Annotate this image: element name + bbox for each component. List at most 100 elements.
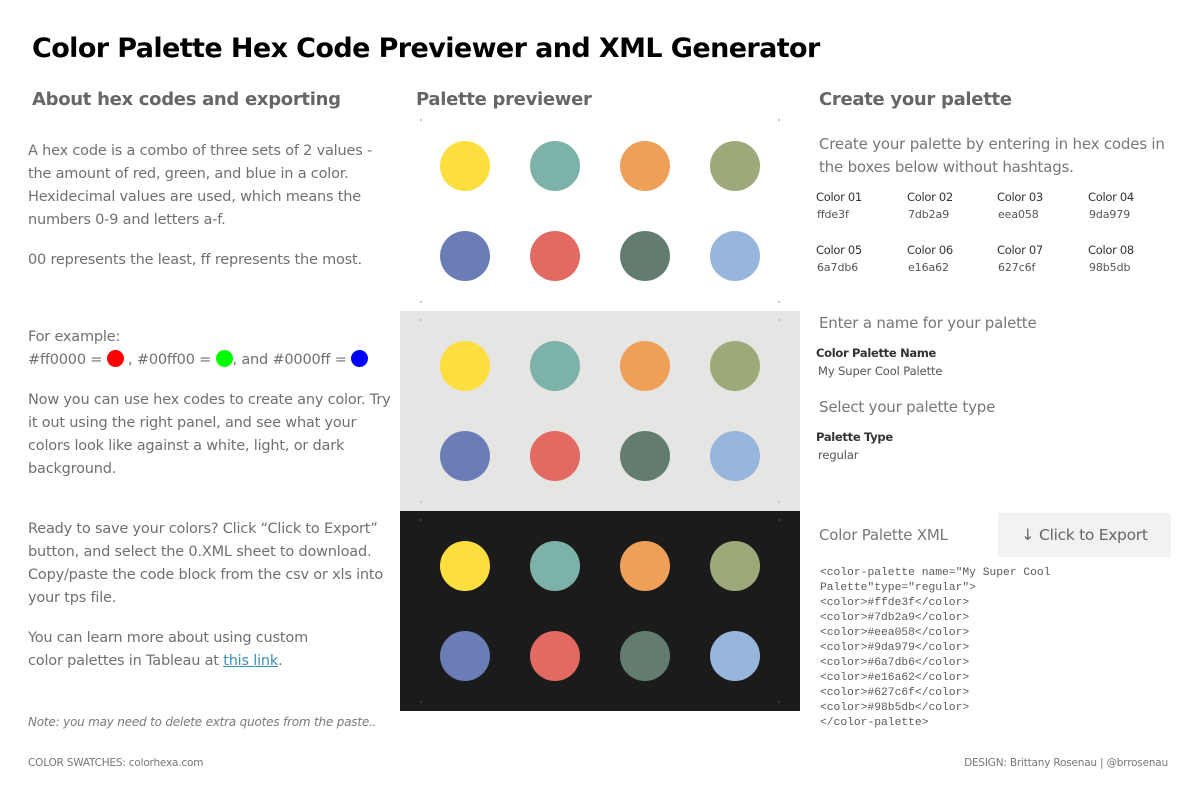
page-title: Color Palette Hex Code Previewer and XML… xyxy=(32,33,820,64)
panel-corner-mark xyxy=(420,701,422,703)
color-input-02[interactable]: 7db2a9 xyxy=(908,208,949,221)
xml-line: <color-palette name="My Super Cool xyxy=(820,567,1051,579)
color-swatch-2 xyxy=(530,141,580,191)
color-swatch-2 xyxy=(530,541,580,591)
color-field-label: Color 05 xyxy=(816,243,862,257)
color-swatch-4 xyxy=(710,541,760,591)
color-swatch-7 xyxy=(620,431,670,481)
panel-corner-mark xyxy=(778,701,780,703)
panel-corner-mark xyxy=(420,319,422,321)
xml-line: <color>#ffde3f</color> xyxy=(820,597,970,609)
example-separator: , and xyxy=(232,352,273,368)
color-input-07[interactable]: 627c6f xyxy=(998,261,1035,274)
color-swatch-5 xyxy=(440,231,490,281)
blue-dot-icon xyxy=(351,350,369,367)
color-input-04[interactable]: 9da979 xyxy=(1089,208,1130,221)
color-swatch-4 xyxy=(710,141,760,191)
example-intro: For example: xyxy=(28,329,121,345)
palette-type-select[interactable]: regular xyxy=(818,448,859,462)
xml-line: <color>#9da979</color> xyxy=(820,642,970,654)
about-paragraph-4b: Copy/paste the code block from the csv o… xyxy=(28,567,384,606)
xml-line: <color>#7db2a9</color> xyxy=(820,612,970,624)
color-input-05[interactable]: 6a7db6 xyxy=(817,261,858,274)
color-field-label: Color 06 xyxy=(907,243,953,257)
xml-line: <color>#eea058</color> xyxy=(820,627,970,639)
color-field-label: Color 02 xyxy=(907,190,953,204)
color-swatch-2 xyxy=(530,341,580,391)
link-period: . xyxy=(278,653,283,669)
preview-panel-light xyxy=(400,311,800,511)
footer-credits-design: DESIGN: Brittany Rosenau | @brrosenau xyxy=(964,757,1168,769)
color-field-label: Color 03 xyxy=(997,190,1043,204)
color-input-08[interactable]: 98b5db xyxy=(1089,261,1130,274)
color-swatch-1 xyxy=(440,341,490,391)
color-swatch-8 xyxy=(710,431,760,481)
xml-line: <color>#98b5db</color> xyxy=(820,702,970,714)
example-code-green: #00ff00 = xyxy=(136,352,216,368)
color-swatch-8 xyxy=(710,631,760,681)
color-input-03[interactable]: eea058 xyxy=(998,208,1039,221)
arrow-down-icon: ↓ xyxy=(1021,526,1035,544)
about-paragraph-2: 00 represents the least, ff represents t… xyxy=(28,252,362,268)
about-paragraph-3: Now you can use hex codes to create any … xyxy=(28,392,391,477)
panel-corner-mark xyxy=(778,319,780,321)
about-paragraph-1: A hex code is a combo of three sets of 2… xyxy=(28,143,372,228)
color-swatch-6 xyxy=(530,631,580,681)
example-code-blue: #0000ff = xyxy=(272,352,352,368)
palette-name-label: Color Palette Name xyxy=(816,346,937,360)
panel-corner-mark xyxy=(420,519,422,521)
green-dot-icon xyxy=(215,350,233,367)
color-swatch-7 xyxy=(620,231,670,281)
red-dot-icon xyxy=(106,350,124,367)
palette-name-heading: Enter a name for your palette xyxy=(819,314,1037,332)
preview-panel-dark xyxy=(400,511,800,711)
color-swatch-3 xyxy=(620,341,670,391)
xml-code-block: <color-palette name="My Super Cool Palett… xyxy=(820,566,1051,731)
color-swatch-6 xyxy=(530,431,580,481)
section-heading-about: About hex codes and exporting xyxy=(32,89,341,110)
xml-line: <color>#627c6f</color> xyxy=(820,687,970,699)
panel-corner-mark xyxy=(420,301,422,303)
xml-line: <color>#6a7db6</color> xyxy=(820,657,970,669)
palette-name-input[interactable]: My Super Cool Palette xyxy=(818,364,943,378)
palette-type-label: Palette Type xyxy=(816,430,893,444)
panel-corner-mark xyxy=(778,501,780,503)
about-paragraph-4a: Ready to save your colors? Click “Click … xyxy=(28,521,378,560)
export-button[interactable]: ↓ Click to Export xyxy=(998,513,1171,557)
example-code-red: #ff0000 = xyxy=(28,352,107,368)
color-swatch-3 xyxy=(620,141,670,191)
about-paragraph-5: You can learn more about using custom co… xyxy=(28,627,328,673)
paste-note: Note: you may need to delete extra quote… xyxy=(28,715,377,729)
panel-corner-mark xyxy=(420,119,422,121)
color-swatch-4 xyxy=(710,341,760,391)
xml-heading: Color Palette XML xyxy=(819,526,948,544)
about-intro-text: A hex code is a combo of three sets of 2… xyxy=(28,140,398,272)
color-input-01[interactable]: ffde3f xyxy=(817,208,849,221)
color-swatch-7 xyxy=(620,631,670,681)
color-field-label: Color 01 xyxy=(816,190,862,204)
panel-corner-mark xyxy=(420,501,422,503)
section-heading-create: Create your palette xyxy=(819,89,1012,110)
color-swatch-3 xyxy=(620,541,670,591)
color-swatch-1 xyxy=(440,541,490,591)
panel-corner-mark xyxy=(778,301,780,303)
color-field-label: Color 04 xyxy=(1088,190,1134,204)
export-button-label: Click to Export xyxy=(1039,526,1148,544)
palette-type-heading: Select your palette type xyxy=(819,398,996,416)
footer-credits-swatches: COLOR SWATCHES: colorhexa.com xyxy=(28,757,204,769)
color-input-06[interactable]: e16a62 xyxy=(908,261,949,274)
example-block: For example: #ff0000 = , #00ff00 = , and… xyxy=(28,326,398,481)
color-swatch-5 xyxy=(440,631,490,681)
color-swatch-5 xyxy=(440,431,490,481)
color-swatch-8 xyxy=(710,231,760,281)
xml-line: Palette"type="regular"> xyxy=(820,582,976,594)
xml-line: </color-palette> xyxy=(820,717,929,729)
color-field-label: Color 07 xyxy=(997,243,1043,257)
section-heading-preview: Palette previewer xyxy=(416,89,592,110)
color-swatch-6 xyxy=(530,231,580,281)
example-line: #ff0000 = , #00ff00 = , and #0000ff = xyxy=(28,349,398,372)
panel-corner-mark xyxy=(778,519,780,521)
preview-panel-white xyxy=(400,111,800,311)
tableau-link[interactable]: this link xyxy=(223,653,278,669)
panel-corner-mark xyxy=(778,119,780,121)
